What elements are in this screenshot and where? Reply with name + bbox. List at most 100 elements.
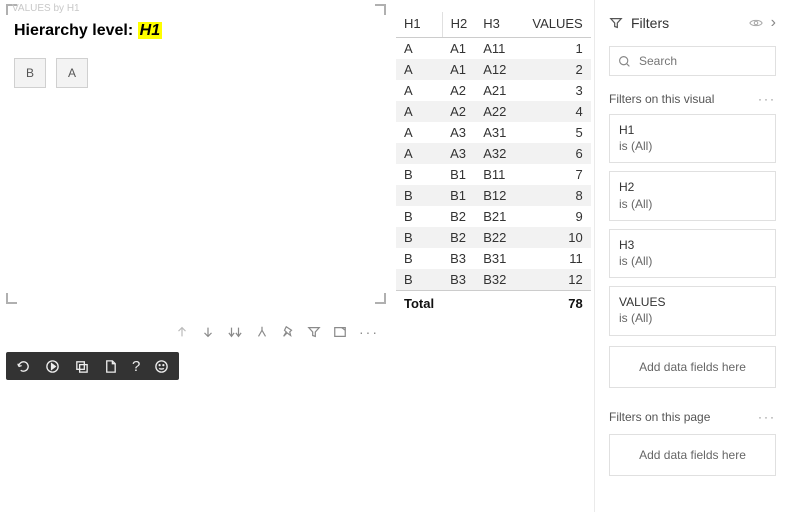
cell-h3: B11 — [475, 164, 514, 185]
help-icon[interactable]: ? — [132, 358, 140, 375]
table-row[interactable]: BB1B117 — [396, 164, 591, 185]
cell-h2: A2 — [442, 80, 475, 101]
cell-h2: B3 — [442, 269, 475, 291]
expand-next-icon[interactable] — [255, 325, 269, 339]
collapse-pane-icon[interactable]: › — [771, 14, 776, 32]
cell-h2: A1 — [442, 59, 475, 80]
filter-card-name: H3 — [619, 237, 766, 253]
table-row[interactable]: BB2B2210 — [396, 227, 591, 248]
layers-icon[interactable] — [74, 359, 89, 374]
col-values[interactable]: VALUES — [514, 12, 590, 38]
filter-card-name: VALUES — [619, 294, 766, 310]
cell-h2: B2 — [442, 206, 475, 227]
cell-h3: A32 — [475, 143, 514, 164]
filter-card[interactable]: H3is (All) — [609, 229, 776, 278]
col-h2[interactable]: H2 — [442, 12, 475, 38]
pin-icon[interactable] — [281, 325, 295, 339]
visual-title: VALUES by H1 — [12, 3, 80, 14]
cell-h3: A12 — [475, 59, 514, 80]
play-icon[interactable] — [45, 359, 60, 374]
filter-card[interactable]: H2is (All) — [609, 171, 776, 220]
filter-card-sub: is (All) — [619, 310, 766, 326]
section-page-more-icon[interactable]: ··· — [758, 410, 776, 424]
table-row[interactable]: AA2A224 — [396, 101, 591, 122]
cell-value: 7 — [514, 164, 590, 185]
report-toolbar: ? — [6, 352, 179, 380]
visual-card[interactable]: VALUES by H1 Hierarchy level: H1 B A — [6, 4, 386, 304]
hierarchy-label: Hierarchy level: H1 — [14, 22, 162, 40]
cell-h3: B12 — [475, 185, 514, 206]
data-table: H1 H2 H3 VALUES AA1A111AA1A122AA2A213AA2… — [396, 12, 591, 314]
cell-value: 11 — [514, 248, 590, 269]
cell-h1: B — [396, 206, 442, 227]
cell-h2: B1 — [442, 185, 475, 206]
filters-title: Filters — [631, 15, 741, 31]
total-value: 78 — [514, 291, 590, 315]
cell-h1: A — [396, 38, 442, 60]
drill-down-icon[interactable] — [201, 325, 215, 339]
cell-h2: B1 — [442, 164, 475, 185]
eye-icon[interactable] — [749, 17, 763, 29]
cell-h3: A31 — [475, 122, 514, 143]
filter-card[interactable]: VALUESis (All) — [609, 286, 776, 335]
cell-h1: A — [396, 101, 442, 122]
cell-h3: B32 — [475, 269, 514, 291]
cell-h2: B3 — [442, 248, 475, 269]
cell-h1: B — [396, 185, 442, 206]
filter-search-input[interactable] — [637, 53, 786, 69]
cell-value: 9 — [514, 206, 590, 227]
table-row[interactable]: BB3B3111 — [396, 248, 591, 269]
section-visual-more-icon[interactable]: ··· — [758, 92, 776, 106]
cell-h2: A1 — [442, 38, 475, 60]
smile-icon[interactable] — [154, 359, 169, 374]
table-row[interactable]: AA2A213 — [396, 80, 591, 101]
cell-h1: B — [396, 227, 442, 248]
cell-value: 10 — [514, 227, 590, 248]
new-page-icon[interactable] — [103, 359, 118, 374]
add-fields-visual[interactable]: Add data fields here — [609, 346, 776, 388]
col-h3[interactable]: H3 — [475, 12, 514, 38]
selection-handle-bl[interactable] — [6, 293, 17, 304]
legend-button-b[interactable]: B — [14, 58, 46, 88]
cell-h1: A — [396, 80, 442, 101]
visual-action-bar: ··· — [175, 324, 379, 340]
cell-value: 1 — [514, 38, 590, 60]
table-row[interactable]: BB1B128 — [396, 185, 591, 206]
col-h1[interactable]: H1 — [396, 12, 442, 38]
table-row[interactable]: BB3B3212 — [396, 269, 591, 291]
drill-up-icon[interactable] — [175, 325, 189, 339]
cell-value: 2 — [514, 59, 590, 80]
table-row[interactable]: BB2B219 — [396, 206, 591, 227]
legend-button-a[interactable]: A — [56, 58, 88, 88]
filters-panel: Filters › Filters on this visual ··· H1i… — [594, 0, 786, 512]
focus-mode-icon[interactable] — [333, 325, 347, 339]
hierarchy-label-prefix: Hierarchy level: — [14, 22, 133, 39]
selection-handle-br[interactable] — [375, 293, 386, 304]
more-options-icon[interactable]: ··· — [359, 324, 379, 340]
total-label: Total — [396, 291, 442, 315]
refresh-icon[interactable] — [16, 359, 31, 374]
table-row[interactable]: AA3A326 — [396, 143, 591, 164]
cell-h3: B21 — [475, 206, 514, 227]
cell-value: 4 — [514, 101, 590, 122]
cell-value: 12 — [514, 269, 590, 291]
cell-value: 8 — [514, 185, 590, 206]
filter-card[interactable]: H1is (All) — [609, 114, 776, 163]
selection-handle-tr[interactable] — [375, 4, 386, 15]
cell-value: 5 — [514, 122, 590, 143]
filter-card-sub: is (All) — [619, 138, 766, 154]
table-row[interactable]: AA1A122 — [396, 59, 591, 80]
table-row[interactable]: AA1A111 — [396, 38, 591, 60]
cell-h2: B2 — [442, 227, 475, 248]
add-fields-page[interactable]: Add data fields here — [609, 434, 776, 476]
table-row[interactable]: AA3A315 — [396, 122, 591, 143]
section-page-title: Filters on this page — [609, 410, 710, 424]
search-icon — [618, 55, 631, 68]
total-row: Total 78 — [396, 291, 591, 315]
filter-icon[interactable] — [307, 325, 321, 339]
filter-search[interactable] — [609, 46, 776, 76]
expand-all-icon[interactable] — [227, 325, 243, 339]
cell-h1: B — [396, 164, 442, 185]
section-visual-title: Filters on this visual — [609, 92, 714, 106]
filter-card-sub: is (All) — [619, 196, 766, 212]
